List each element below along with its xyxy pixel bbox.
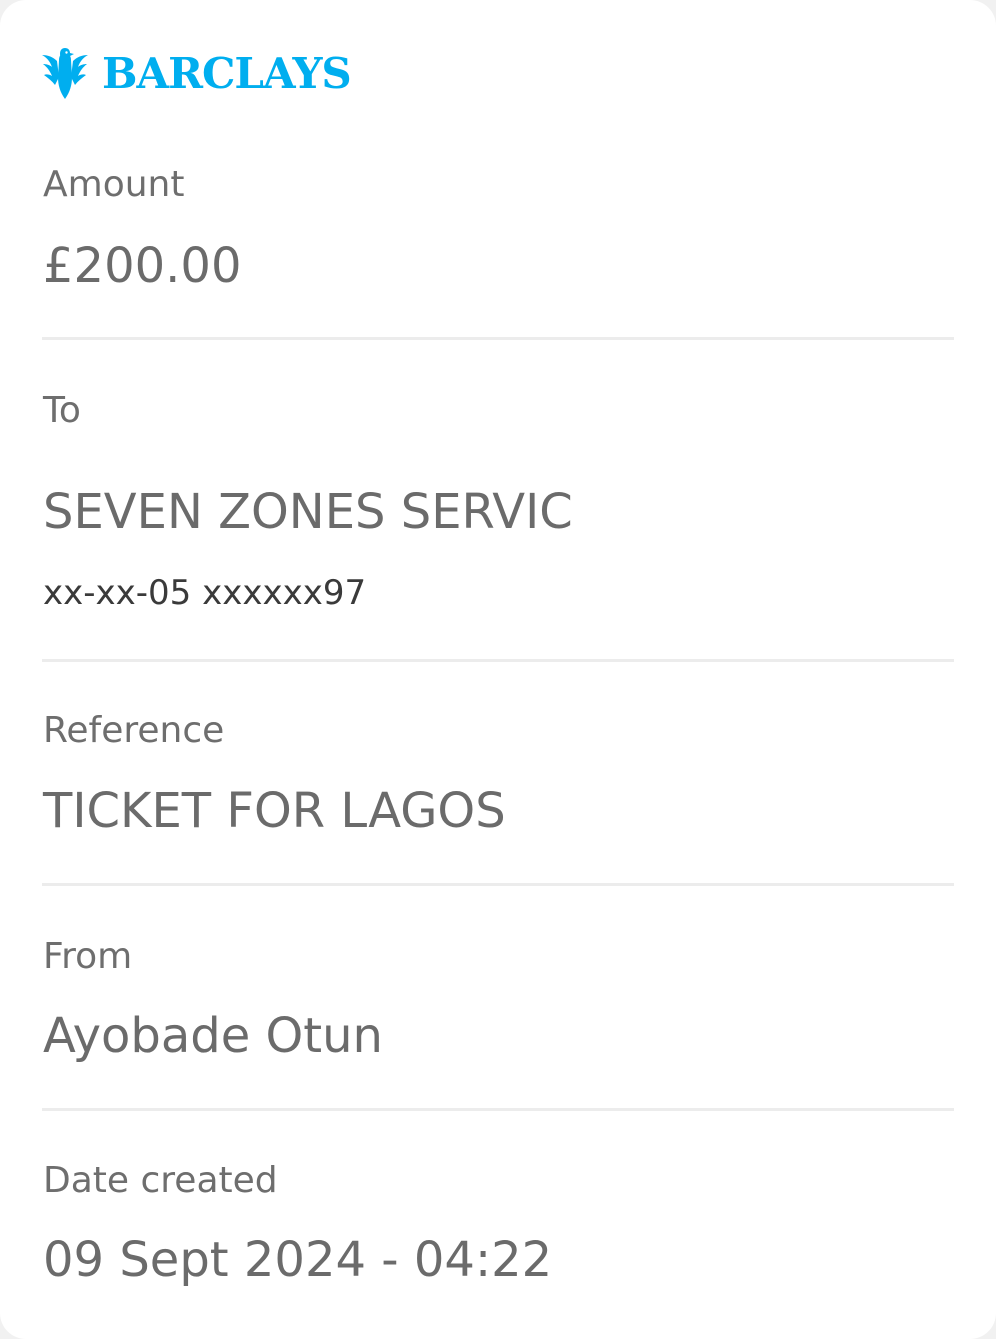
- payee-name: SEVEN ZONES SERVIC: [43, 484, 573, 540]
- date-created-label: Date created: [43, 1160, 278, 1201]
- eagle-icon: [42, 48, 88, 99]
- divider: [42, 659, 954, 662]
- divider: [42, 337, 954, 340]
- date-created-value: 09 Sept 2024 - 04:22: [43, 1232, 553, 1288]
- from-label: From: [43, 936, 133, 977]
- barclays-logo: BARCLAYS: [40, 44, 352, 104]
- reference-label: Reference: [43, 710, 225, 751]
- reference-value: TICKET FOR LAGOS: [43, 783, 506, 839]
- payment-receipt-card: BARCLAYS Amount £200.00 To SEVEN ZONES S…: [0, 0, 996, 1339]
- amount-label: Amount: [43, 164, 185, 205]
- payee-account-number: xx-xx-05 xxxxxx97: [43, 573, 367, 613]
- amount-value: £200.00: [43, 238, 242, 294]
- brand-name: BARCLAYS: [102, 49, 352, 98]
- divider: [42, 1108, 954, 1111]
- from-value: Ayobade Otun: [43, 1008, 383, 1064]
- to-label: To: [43, 390, 81, 431]
- divider: [42, 883, 954, 886]
